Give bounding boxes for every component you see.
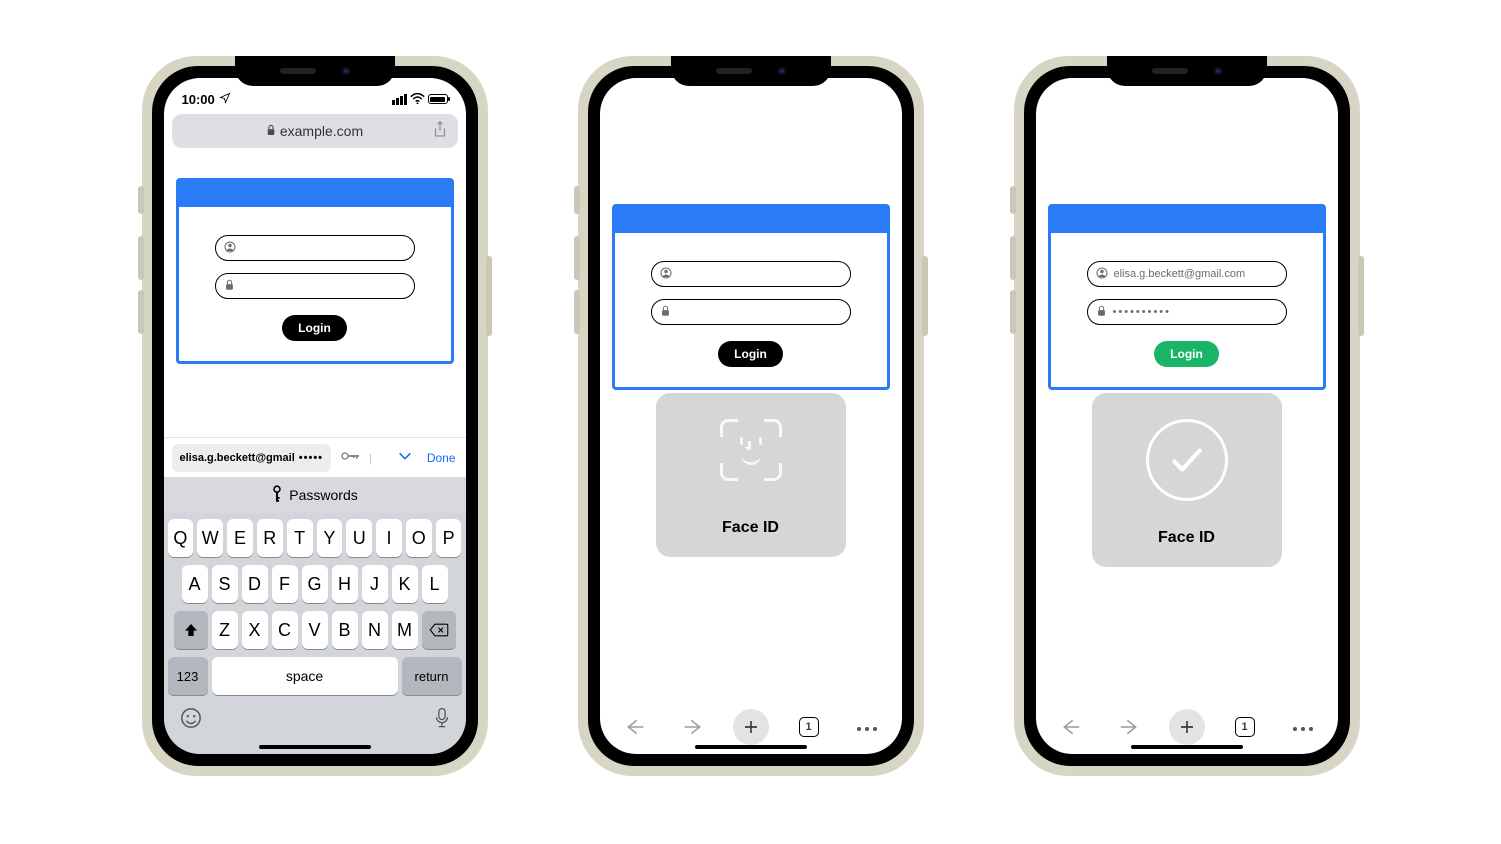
user-icon	[1096, 267, 1108, 282]
password-field[interactable]	[651, 299, 851, 325]
space-key[interactable]: space	[212, 657, 398, 695]
lock-icon	[1096, 305, 1107, 320]
key-icon[interactable]	[341, 449, 361, 466]
key-v[interactable]: V	[302, 611, 328, 649]
lock-icon	[266, 124, 276, 139]
passwords-label: Passwords	[289, 487, 357, 503]
login-button[interactable]: Login	[282, 315, 347, 341]
url-text: example.com	[280, 123, 363, 139]
key-m[interactable]: M	[392, 611, 418, 649]
key-k[interactable]: K	[392, 565, 418, 603]
more-button[interactable]	[1285, 709, 1321, 745]
lock-icon	[224, 279, 235, 294]
new-tab-button[interactable]	[733, 709, 769, 745]
numbers-key[interactable]: 123	[168, 657, 208, 695]
return-key[interactable]: return	[402, 657, 462, 695]
back-button[interactable]	[1053, 709, 1089, 745]
location-icon	[219, 92, 231, 107]
faceid-scan-icon	[715, 419, 787, 491]
tabs-button[interactable]: 1	[1227, 709, 1263, 745]
shift-key[interactable]	[174, 611, 208, 649]
key-p[interactable]: P	[436, 519, 462, 557]
user-icon	[224, 241, 236, 256]
passwords-shortcut[interactable]: Passwords	[164, 477, 466, 513]
key-s[interactable]: S	[212, 565, 238, 603]
login-card: Login	[176, 178, 454, 364]
key-h[interactable]: H	[332, 565, 358, 603]
emoji-key[interactable]	[180, 707, 202, 734]
key-l[interactable]: L	[422, 565, 448, 603]
back-button[interactable]	[617, 709, 653, 745]
autofill-credential-suggestion[interactable]: elisa.g.beckett@gmail •••••	[172, 444, 332, 472]
key-u[interactable]: U	[346, 519, 372, 557]
chevron-down-icon[interactable]	[397, 450, 413, 465]
user-icon	[660, 267, 672, 282]
key-y[interactable]: Y	[317, 519, 343, 557]
key-a[interactable]: A	[182, 565, 208, 603]
username-field[interactable]	[215, 235, 415, 261]
password-field[interactable]: ••••••••••	[1087, 299, 1287, 325]
home-indicator[interactable]	[259, 745, 371, 749]
phone-mockup-3: elisa.g.beckett@gmail.com •••••••••• Log…	[1014, 56, 1360, 776]
key-t[interactable]: T	[287, 519, 313, 557]
safari-url-bar[interactable]: example.com	[172, 114, 458, 148]
tabs-count: 1	[805, 721, 811, 733]
battery-icon	[428, 94, 448, 104]
phone-mockup-2: Login Face ID	[578, 56, 924, 776]
wifi-icon	[410, 92, 425, 107]
dictation-key[interactable]	[434, 707, 450, 734]
suggestion-email: elisa.g.beckett@gmail	[180, 452, 295, 464]
password-field[interactable]	[215, 273, 415, 299]
autofill-suggestion-bar: elisa.g.beckett@gmail ••••• | Done	[164, 437, 466, 477]
key-b[interactable]: B	[332, 611, 358, 649]
password-value: ••••••••••	[1113, 306, 1172, 318]
login-button[interactable]: Login	[1154, 341, 1219, 367]
faceid-label: Face ID	[1158, 529, 1215, 547]
username-field[interactable]	[651, 261, 851, 287]
keyboard-region: elisa.g.beckett@gmail ••••• | Done Passw…	[164, 437, 466, 754]
phone-mockup-1: 10:00 example.com	[142, 56, 488, 776]
key-w[interactable]: W	[197, 519, 223, 557]
key-q[interactable]: Q	[168, 519, 194, 557]
ios-keyboard: QWERTYUIOP ASDFGHJKL ZXCVBNM 123 space r…	[164, 513, 466, 754]
username-field[interactable]: elisa.g.beckett@gmail.com	[1087, 261, 1287, 287]
lock-icon	[660, 305, 671, 320]
backspace-key[interactable]	[422, 611, 456, 649]
key-d[interactable]: D	[242, 565, 268, 603]
username-value: elisa.g.beckett@gmail.com	[1114, 268, 1246, 280]
login-card: elisa.g.beckett@gmail.com •••••••••• Log…	[1048, 204, 1326, 390]
forward-button[interactable]	[1111, 709, 1147, 745]
key-e[interactable]: E	[227, 519, 253, 557]
faceid-prompt: Face ID	[656, 393, 846, 557]
home-indicator[interactable]	[695, 745, 807, 749]
key-z[interactable]: Z	[212, 611, 238, 649]
faceid-label: Face ID	[722, 519, 779, 537]
key-x[interactable]: X	[242, 611, 268, 649]
login-button[interactable]: Login	[718, 341, 783, 367]
key-f[interactable]: F	[272, 565, 298, 603]
status-time: 10:00	[182, 92, 215, 107]
new-tab-button[interactable]	[1169, 709, 1205, 745]
suggestion-password-mask: •••••	[299, 452, 323, 464]
key-n[interactable]: N	[362, 611, 388, 649]
faceid-success-icon	[1146, 419, 1228, 501]
faceid-prompt: Face ID	[1092, 393, 1282, 567]
home-indicator[interactable]	[1131, 745, 1243, 749]
key-g[interactable]: G	[302, 565, 328, 603]
tabs-button[interactable]: 1	[791, 709, 827, 745]
keyboard-done-button[interactable]: Done	[427, 451, 458, 465]
key-c[interactable]: C	[272, 611, 298, 649]
share-icon[interactable]	[432, 121, 448, 142]
key-icon	[271, 485, 283, 506]
login-card: Login	[612, 204, 890, 390]
key-j[interactable]: J	[362, 565, 388, 603]
key-r[interactable]: R	[257, 519, 283, 557]
key-i[interactable]: I	[376, 519, 402, 557]
forward-button[interactable]	[675, 709, 711, 745]
tabs-count: 1	[1241, 721, 1247, 733]
more-button[interactable]	[849, 709, 885, 745]
cellular-icon	[392, 94, 407, 105]
key-o[interactable]: O	[406, 519, 432, 557]
